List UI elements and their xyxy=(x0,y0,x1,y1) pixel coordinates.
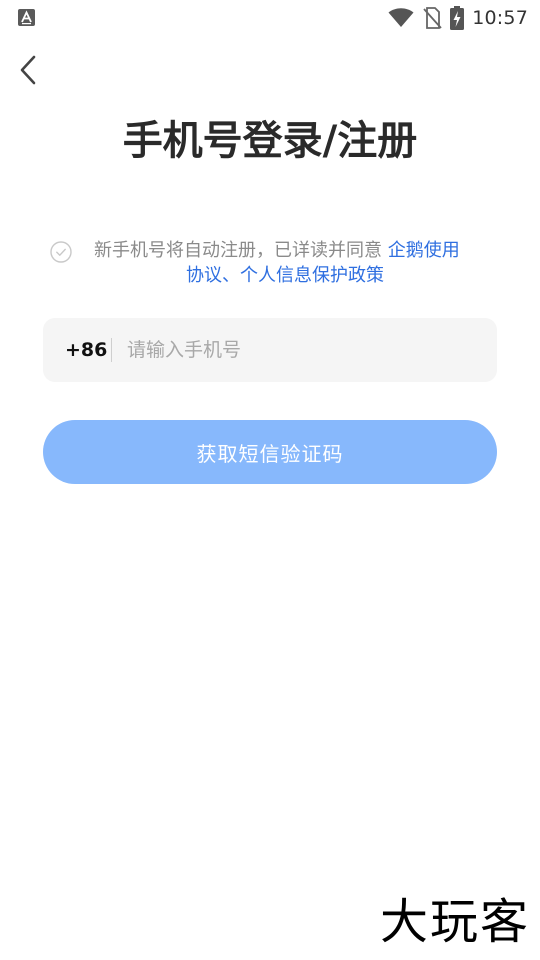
status-time: 10:57 xyxy=(472,7,528,29)
battery-charging-icon xyxy=(450,6,465,30)
country-code-selector[interactable]: +86 xyxy=(65,318,107,382)
wifi-icon xyxy=(388,8,414,28)
agreement-link-privacy[interactable]: 协议、个人信息保护政策 xyxy=(94,263,504,288)
status-bar: 10:57 xyxy=(0,0,540,36)
no-sim-icon xyxy=(422,7,442,29)
agree-checkbox[interactable] xyxy=(50,241,72,263)
agreement-statement: 新手机号将自动注册，已详读并同意 xyxy=(94,240,388,261)
phone-field: +86 xyxy=(43,318,497,382)
status-icons: 10:57 xyxy=(388,5,528,31)
watermark-logo: 大玩客 xyxy=(379,894,530,950)
phone-input[interactable] xyxy=(127,330,477,370)
agreement-link-user-terms[interactable]: 企鹅使用 xyxy=(388,240,460,261)
notification-a-icon xyxy=(18,9,35,26)
back-button[interactable] xyxy=(10,52,46,88)
check-circle-icon xyxy=(50,241,72,263)
agreement-text: 新手机号将自动注册，已详读并同意 企鹅使用 协议、个人信息保护政策 xyxy=(94,238,504,288)
get-sms-code-button[interactable]: 获取短信验证码 xyxy=(43,420,497,484)
page-title: 手机号登录/注册 xyxy=(122,118,418,164)
chevron-left-icon xyxy=(20,55,36,85)
field-divider xyxy=(111,338,112,362)
